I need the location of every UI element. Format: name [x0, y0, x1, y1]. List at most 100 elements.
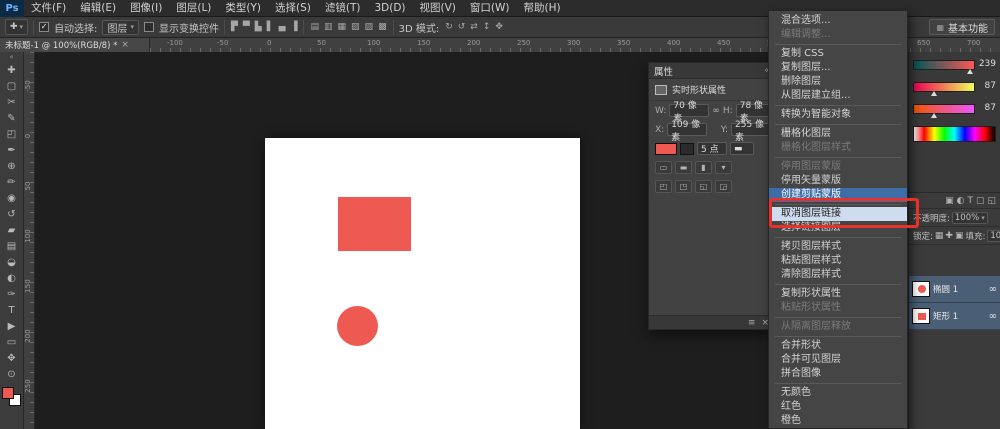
context-menu-item[interactable]: 复制 CSS	[769, 47, 907, 61]
stroke-width-field[interactable]: 5 点	[697, 142, 727, 155]
menubar-item[interactable]: 3D(D)	[367, 0, 412, 17]
path-selection-tool[interactable]: ▶	[0, 318, 24, 334]
distribute-top-icon[interactable]: ▤	[309, 22, 320, 32]
filter-pixel-layers-icon[interactable]: ▣	[945, 196, 954, 206]
corner-top-left-icon[interactable]: ◰	[655, 180, 672, 193]
width-field[interactable]: 70 像素	[669, 104, 709, 117]
auto-select-checkbox[interactable]: ✓	[39, 22, 49, 32]
context-menu-item[interactable]: 拼合图像	[769, 367, 907, 381]
menubar-item[interactable]: 窗口(W)	[463, 0, 517, 17]
layer-row[interactable]: 矩形 1∞	[909, 303, 1000, 330]
align-right-edges-icon[interactable]: ▐	[290, 22, 299, 32]
3d-roll-icon[interactable]: ↺	[457, 22, 467, 32]
context-menu-item[interactable]: 合并可见图层	[769, 353, 907, 367]
context-menu-item[interactable]: 拷贝图层样式	[769, 240, 907, 254]
spot-healing-brush-tool[interactable]: ⊕	[0, 158, 24, 174]
zoom-tool[interactable]: ⊙	[0, 366, 24, 382]
rectangle-shape[interactable]	[338, 197, 411, 251]
document-tab[interactable]: 未标题-1 @ 100%(RGB/8) * ×	[0, 38, 150, 52]
toolbar-collapse-icon[interactable]: «	[9, 52, 13, 62]
hand-tool[interactable]: ✥	[0, 350, 24, 366]
brush-tool[interactable]: ✏	[0, 174, 24, 190]
stroke-corner-icon[interactable]: ▮	[695, 161, 712, 174]
align-bottom-edges-icon[interactable]: ▙	[254, 22, 263, 32]
3d-scale-icon[interactable]: ✥	[494, 22, 504, 32]
rectangle-tool[interactable]: ▭	[0, 334, 24, 350]
align-horizontal-centers-icon[interactable]: ▄	[278, 22, 287, 32]
menubar-item[interactable]: 选择(S)	[268, 0, 318, 17]
menubar-item[interactable]: 类型(Y)	[218, 0, 268, 17]
workspace-switcher-button[interactable]: ▦ 基本功能	[929, 19, 995, 35]
context-menu-item[interactable]: 栅格化图层	[769, 127, 907, 141]
context-menu-item[interactable]: 无颜色	[769, 386, 907, 400]
crop-tool[interactable]: ◰	[0, 126, 24, 142]
lock-all-icon[interactable]: ▣	[955, 231, 964, 241]
corner-bottom-right-icon[interactable]: ◲	[715, 180, 732, 193]
tool-preset-picker[interactable]: ✚ ▾	[5, 19, 28, 35]
clone-stamp-tool[interactable]: ◉	[0, 190, 24, 206]
menubar-item[interactable]: 图像(I)	[123, 0, 169, 17]
slider-marker[interactable]	[931, 91, 937, 96]
context-menu-item[interactable]: 清除图层样式	[769, 268, 907, 282]
foreground-color-swatch[interactable]	[2, 387, 14, 399]
vertical-ruler[interactable]: -50050100150200250	[24, 52, 35, 429]
close-icon[interactable]: ×	[121, 40, 129, 50]
menubar-item[interactable]: 文件(F)	[24, 0, 73, 17]
menubar-item[interactable]: 滤镜(T)	[318, 0, 368, 17]
slider-marker[interactable]	[967, 69, 973, 74]
context-menu-item[interactable]: 选择链接图层	[769, 221, 907, 235]
stroke-more-icon[interactable]: ▾	[715, 161, 732, 174]
horizontal-type-tool[interactable]: T	[0, 302, 24, 318]
dodge-tool[interactable]: ◐	[0, 270, 24, 286]
context-menu-item[interactable]: 停用矢量蒙版	[769, 174, 907, 188]
green-channel-slider[interactable]	[913, 82, 975, 92]
ellipse-shape[interactable]	[337, 306, 378, 346]
3d-drag-icon[interactable]: ⇄	[469, 22, 479, 32]
distribute-horizontal-centers-icon[interactable]: ▨	[364, 22, 375, 32]
corner-top-right-icon[interactable]: ◳	[675, 180, 692, 193]
distribute-bottom-icon[interactable]: ▦	[337, 22, 348, 32]
filter-type-layers-icon[interactable]: T	[967, 196, 973, 206]
gradient-tool[interactable]: ▤	[0, 238, 24, 254]
context-menu-item[interactable]: 从图层建立组...	[769, 89, 907, 103]
context-menu-item[interactable]: 复制形状属性	[769, 287, 907, 301]
3d-slide-icon[interactable]: ↕	[482, 22, 492, 32]
filter-shape-layers-icon[interactable]: ▢	[976, 196, 985, 206]
rectangular-marquee-tool[interactable]: ▢	[0, 78, 24, 94]
menubar-item[interactable]: 帮助(H)	[517, 0, 568, 17]
align-top-edges-icon[interactable]: ▛	[230, 22, 239, 32]
stroke-style-dropdown[interactable]: ▬	[730, 142, 754, 155]
history-brush-tool[interactable]: ↺	[0, 206, 24, 222]
menubar-item[interactable]: 编辑(E)	[73, 0, 123, 17]
3d-rotate-icon[interactable]: ↻	[444, 22, 454, 32]
menubar-item[interactable]: 图层(L)	[169, 0, 218, 17]
menubar-item[interactable]: 视图(V)	[413, 0, 463, 17]
distribute-left-icon[interactable]: ▧	[350, 22, 361, 32]
context-menu-item[interactable]: 复制图层...	[769, 61, 907, 75]
context-menu-item[interactable]: 合并形状	[769, 339, 907, 353]
red-channel-slider[interactable]	[913, 60, 975, 70]
move-tool[interactable]: ✚	[0, 62, 24, 78]
context-menu-item[interactable]: 删除图层	[769, 75, 907, 89]
distribute-right-icon[interactable]: ▩	[377, 22, 388, 32]
layer-row[interactable]: 椭圆 1∞	[909, 276, 1000, 303]
context-menu-item[interactable]: 橙色	[769, 414, 907, 428]
blur-tool[interactable]: ◒	[0, 254, 24, 270]
y-field[interactable]: 255 像素	[731, 123, 771, 136]
lock-transparency-icon[interactable]: ▦	[935, 231, 944, 241]
color-spectrum-ramp[interactable]	[913, 126, 996, 142]
stroke-cap-icon[interactable]: ▬	[675, 161, 692, 174]
fill-dropdown[interactable]: 100%	[987, 230, 1000, 242]
eraser-tool[interactable]: ▰	[0, 222, 24, 238]
lock-pixels-icon[interactable]: ✚	[945, 231, 953, 241]
properties-panel-tab[interactable]: 属性	[654, 64, 673, 78]
filter-adjustment-layers-icon[interactable]: ◐	[957, 196, 965, 206]
eyedropper-tool[interactable]: ✒	[0, 142, 24, 158]
document-canvas[interactable]	[265, 138, 580, 429]
context-menu-item[interactable]: 转换为智能对象	[769, 108, 907, 122]
slider-marker[interactable]	[931, 113, 937, 118]
stroke-color-swatch[interactable]	[680, 143, 694, 155]
blue-channel-slider[interactable]	[913, 104, 975, 114]
link-dimensions-icon[interactable]: ∞	[712, 106, 720, 116]
corner-bottom-left-icon[interactable]: ◱	[695, 180, 712, 193]
